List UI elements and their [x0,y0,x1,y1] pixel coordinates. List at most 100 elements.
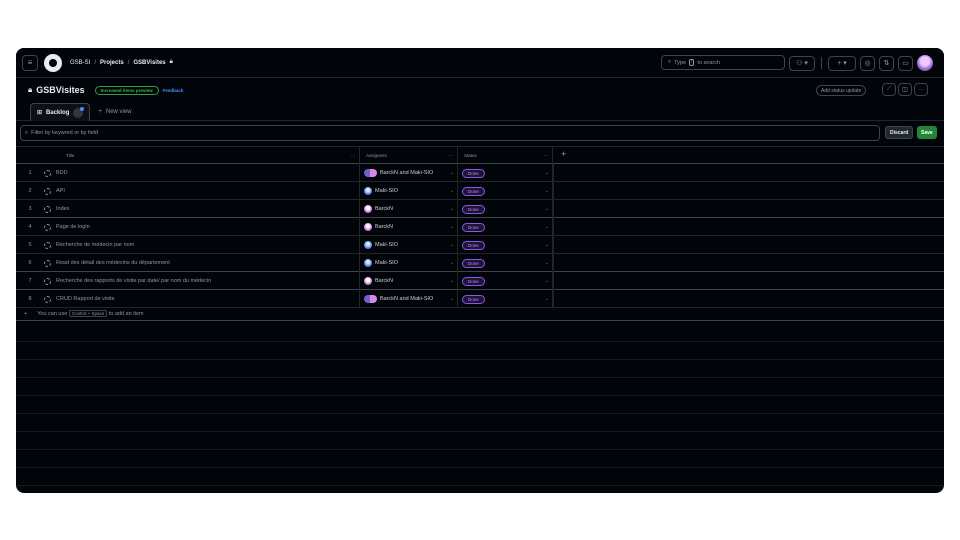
title-cell[interactable]: Index [44,200,360,218]
chevron-down-icon[interactable]: ⌄ [450,260,454,266]
breadcrumb-separator: / [127,59,130,66]
item-title[interactable]: Page de login [56,224,90,230]
project-title-row: 🔒︎ GSBVisites Increased items preview Fe… [28,85,183,95]
status-cell[interactable]: Done ⌄ [458,236,553,254]
blank-row [16,324,944,342]
title-cell[interactable]: API [44,182,360,200]
column-menu-icon[interactable]: ··· [544,153,549,158]
chevron-down-icon[interactable]: ⌄ [545,224,549,230]
chevron-down-icon[interactable]: ⌄ [450,278,454,284]
chevron-down-icon[interactable]: ⌄ [545,296,549,302]
column-menu-icon[interactable]: ··· [449,153,454,158]
save-button[interactable]: Save [917,126,937,139]
table-row[interactable]: 7 Recherche des rapports de visite par d… [16,272,944,290]
assignee-cell[interactable]: Maki-SIO ⌄ [360,182,458,200]
chevron-down-icon[interactable]: ⌄ [545,278,549,284]
status-cell[interactable]: Done ⌄ [458,272,553,290]
title-cell[interactable]: BDD [44,164,360,182]
title-cell[interactable]: Page de login [44,218,360,236]
chevron-down-icon[interactable]: ⌄ [545,206,549,212]
title-cell[interactable]: CRUD Rapport de visite [44,290,360,308]
new-view-button[interactable]: + New view [98,109,131,115]
plus-icon[interactable]: + [24,311,27,317]
assignee-name: Maki-SIO [375,242,398,248]
status-badge: Done [462,240,485,250]
assignee-cell[interactable]: BarckN ⌄ [360,200,458,218]
inbox-icon[interactable]: ▭ [898,55,913,71]
title-cell[interactable]: Recherche de médecin par nom [44,236,360,254]
item-title[interactable]: CRUD Rapport de visite [56,296,115,302]
column-status[interactable]: Status ··· [458,147,553,164]
github-logo-icon[interactable] [44,53,62,72]
add-status-update-button[interactable]: Add status update [816,85,867,96]
tab-backlog[interactable]: ⊞ Backlog [30,103,91,121]
discard-button[interactable]: Discard [885,126,914,139]
assignee-cell[interactable]: BarckN ⌄ [360,218,458,236]
assignee-cell[interactable]: BarckN and Maki-SIO ⌄ [360,290,458,308]
chevron-down-icon[interactable]: ⌄ [450,206,454,212]
chevron-down-icon[interactable]: ⌄ [545,242,549,248]
status-cell[interactable]: Done ⌄ [458,218,553,236]
status-cell[interactable]: Done ⌄ [458,290,553,308]
title-cell[interactable]: Read des détail des médecins du départem… [44,254,360,272]
add-field-button[interactable]: + [561,149,566,159]
assignee-cell[interactable]: Maki-SIO ⌄ [360,236,458,254]
item-title[interactable]: Index [56,206,69,212]
item-title[interactable]: BDD [56,170,68,176]
table-row[interactable]: 3 Index BarckN ⌄ Done ⌄ [16,200,944,218]
table-row[interactable]: 2 API Maki-SIO ⌄ Done ⌄ [16,182,944,200]
plus-icon[interactable]: + ▾ [828,55,856,71]
avatar[interactable] [917,55,933,71]
title-cell[interactable]: Recherche des rapports de visite par dat… [44,272,360,290]
assignee-cell[interactable]: BarckN ⌄ [360,272,458,290]
chevron-down-icon[interactable]: ⌄ [450,242,454,248]
copilot-icon[interactable]: ⚇ ▾ [789,55,815,71]
item-title[interactable]: Recherche des rapports de visite par dat… [56,278,211,284]
assignee-cell[interactable]: BarckN and Maki-SIO ⌄ [360,164,458,182]
feedback-link[interactable]: Feedback [163,88,184,93]
page-title: GSBVisites [36,85,85,95]
breadcrumb-project[interactable]: GSBVisites [133,60,165,66]
item-title[interactable]: Read des détail des médecins du départem… [56,260,170,266]
assignee-cell[interactable]: Maki-SIO ⌄ [360,254,458,272]
project-header: 🔒︎ GSBVisites Increased items preview Fe… [16,78,944,121]
layout-icon[interactable]: ◫ [898,83,912,96]
hamburger-icon[interactable]: ≡ [22,54,38,71]
column-title[interactable]: Title ··· [44,147,360,164]
item-title[interactable]: API [56,188,65,194]
chevron-down-icon[interactable]: ⌄ [545,260,549,266]
header-actions: ⚇ ▾ + ▾ ◎ ⇅ ▭ [789,55,933,71]
status-cell[interactable]: Done ⌄ [458,164,553,182]
chevron-down-icon[interactable]: ⌄ [450,170,454,176]
status-cell[interactable]: Done ⌄ [458,182,553,200]
chevron-down-icon[interactable]: ⌄ [545,170,549,176]
status-cell[interactable]: Done ⌄ [458,200,553,218]
blank-row [16,414,944,432]
tab-options-icon[interactable] [73,106,85,118]
item-title[interactable]: Recherche de médecin par nom [56,242,134,248]
table-row[interactable]: 6 Read des détail des médecins du départ… [16,254,944,272]
table-row[interactable]: 5 Recherche de médecin par nom Maki-SIO … [16,236,944,254]
add-item-row[interactable]: + You can use Control + Space to add an … [16,308,944,321]
project-actions: ⟋ ◫ ··· [882,83,928,96]
preview-badge[interactable]: Increased items preview [94,85,159,95]
chevron-down-icon[interactable]: ⌄ [545,188,549,194]
pull-request-icon[interactable]: ⇅ [879,55,894,71]
filter-input[interactable]: ⌕ Filter by keyword or by field [20,125,880,141]
column-menu-icon[interactable]: ··· [351,153,356,158]
more-icon[interactable]: ··· [914,83,928,96]
table-row[interactable]: 1 BDD BarckN and Maki-SIO ⌄ Done ⌄ [16,164,944,182]
empty-cell [553,182,554,200]
chevron-down-icon[interactable]: ⌄ [450,188,454,194]
column-assignees[interactable]: Assignees ··· [360,147,458,164]
breadcrumb-org[interactable]: GSB-SI [70,60,90,66]
chevron-down-icon[interactable]: ⌄ [450,296,454,302]
status-cell[interactable]: Done ⌄ [458,254,553,272]
breadcrumb-projects[interactable]: Projects [100,60,124,66]
table-row[interactable]: 8 CRUD Rapport de visite BarckN and Maki… [16,290,944,308]
table-row[interactable]: 4 Page de login BarckN ⌄ Done ⌄ [16,218,944,236]
chevron-down-icon[interactable]: ⌄ [450,224,454,230]
chart-icon[interactable]: ⟋ [882,83,896,96]
search-input[interactable]: ⌕ Type / to search [661,55,785,70]
issues-icon[interactable]: ◎ [860,55,875,71]
